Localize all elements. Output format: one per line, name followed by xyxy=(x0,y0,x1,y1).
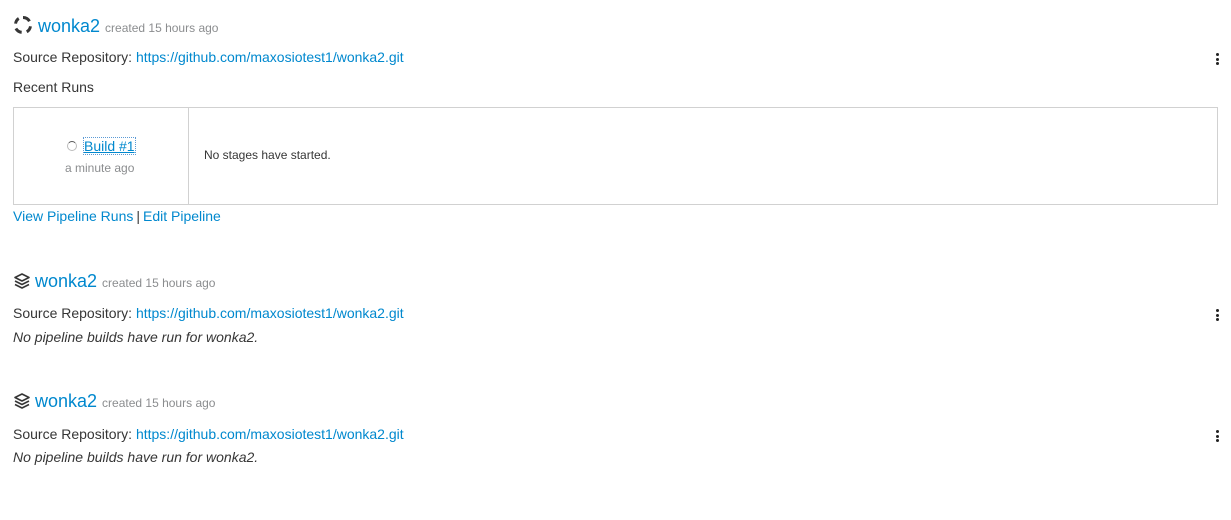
source-repository-link[interactable]: https://github.com/maxosiotest1/wonka2.g… xyxy=(136,49,404,65)
pipeline-header: wonka2 created 15 hours ago xyxy=(13,389,215,412)
pipeline-card: wonka2 created 15 hours ago Source Repos… xyxy=(13,0,1220,230)
recent-runs-table: Build #1 a minute ago No stages have sta… xyxy=(13,107,1218,205)
run-summary: Build #1 a minute ago xyxy=(14,108,189,204)
spinner-icon xyxy=(67,141,77,151)
pipeline-name-link[interactable]: wonka2 xyxy=(38,16,100,37)
view-pipeline-runs-link[interactable]: View Pipeline Runs xyxy=(13,208,133,224)
kebab-menu-icon[interactable] xyxy=(1214,308,1220,322)
stages-status: No stages have started. xyxy=(204,148,331,162)
empty-builds-note: No pipeline builds have run for wonka2. xyxy=(13,449,259,465)
pipeline-header: wonka2 created 15 hours ago xyxy=(13,269,215,292)
build-time: a minute ago xyxy=(65,161,135,175)
link-separator: | xyxy=(136,208,141,224)
source-repository-label: Source Repository: xyxy=(13,426,133,442)
pipeline-running-icon xyxy=(13,15,33,35)
source-repository-label: Source Repository: xyxy=(13,305,133,321)
created-timestamp: created 15 hours ago xyxy=(102,396,216,410)
pipeline-card: wonka2 created 15 hours ago Source Repos… xyxy=(13,386,1220,476)
source-repository: Source Repository: https://github.com/ma… xyxy=(13,49,404,65)
pipeline-card: wonka2 created 15 hours ago Source Repos… xyxy=(13,266,1220,356)
recent-runs-label: Recent Runs xyxy=(13,79,94,95)
created-timestamp: created 15 hours ago xyxy=(102,276,216,290)
edit-pipeline-link[interactable]: Edit Pipeline xyxy=(143,208,221,224)
source-repository-label: Source Repository: xyxy=(13,49,133,65)
source-repository-link[interactable]: https://github.com/maxosiotest1/wonka2.g… xyxy=(136,305,404,321)
empty-builds-note: No pipeline builds have run for wonka2. xyxy=(13,329,259,345)
layers-icon xyxy=(13,392,31,412)
pipeline-name-link[interactable]: wonka2 xyxy=(35,271,97,292)
source-repository: Source Repository: https://github.com/ma… xyxy=(13,305,404,321)
pipeline-header: wonka2 created 15 hours ago xyxy=(13,12,218,37)
layers-icon xyxy=(13,272,31,292)
created-timestamp: created 15 hours ago xyxy=(105,21,219,35)
source-repository: Source Repository: https://github.com/ma… xyxy=(13,426,404,442)
build-link[interactable]: Build #1 xyxy=(83,137,136,155)
kebab-menu-icon[interactable] xyxy=(1214,52,1220,66)
stages-cell: No stages have started. xyxy=(189,108,1217,204)
pipeline-links: View Pipeline Runs | Edit Pipeline xyxy=(13,208,221,224)
source-repository-link[interactable]: https://github.com/maxosiotest1/wonka2.g… xyxy=(136,426,404,442)
kebab-menu-icon[interactable] xyxy=(1214,429,1220,443)
pipeline-name-link[interactable]: wonka2 xyxy=(35,391,97,412)
